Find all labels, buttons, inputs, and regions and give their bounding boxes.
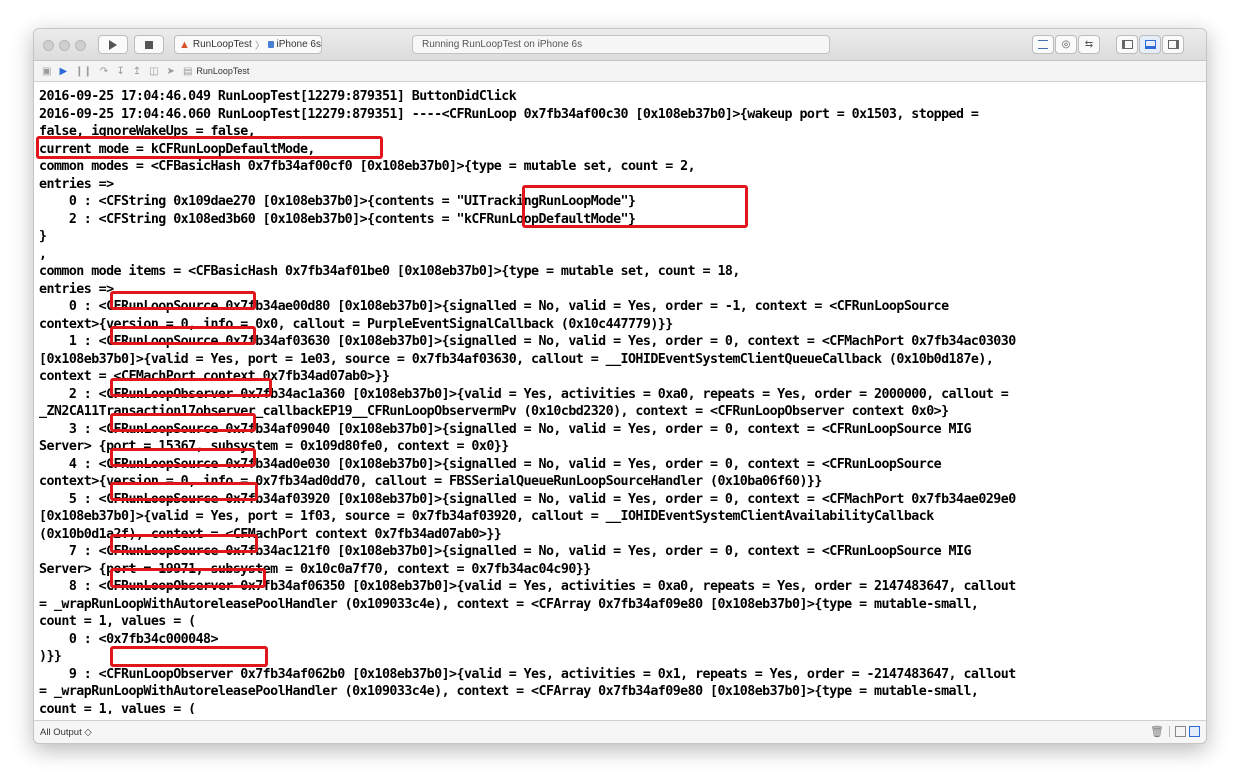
annotation-source-5 [110,482,258,501]
annotation-source-7 [110,534,258,553]
utilities-toggle-button[interactable] [1162,35,1184,54]
annotation-source-1 [110,326,256,345]
scheme-separator: 〉 [254,41,265,52]
console-line: [0x108eb37b0]>{valid = Yes, port = 1e03,… [39,351,994,367]
console-line: 2016-09-25 17:04:46.060 RunLoopTest[1227… [39,106,979,122]
file-icon: ▤ [182,65,193,77]
annotation-source-0 [110,291,256,310]
console-line: count = 1, values = ( [39,701,196,715]
stop-icon [145,40,153,49]
variables-view-toggle-icon[interactable] [1175,726,1186,737]
hide-debug-area-icon[interactable]: ▣ [42,66,51,77]
annotation-modes [522,185,748,228]
device-icon [267,41,274,48]
right-panel-icon [1167,40,1179,49]
left-panel-icon [1121,40,1133,49]
assistant-editor-button[interactable]: ◎ [1055,35,1077,54]
run-button[interactable] [98,35,128,54]
scheme-device-label: iPhone 6s [276,39,321,50]
pause-icon[interactable]: ❙❙ [75,66,92,77]
console-output[interactable]: 2016-09-25 17:04:46.049 RunLoopTest[1227… [39,88,1201,714]
close-window-button[interactable] [43,40,54,51]
annotation-current-mode [36,136,383,159]
scheme-selector[interactable]: ▲ RunLoopTest 〉 iPhone 6s [174,35,322,54]
output-filter-select[interactable]: All Output ◇ [40,727,92,738]
annotation-source-3 [110,413,256,432]
standard-editor-button[interactable] [1032,35,1054,54]
status-text: Running RunLoopTest on iPhone 6s [422,39,583,50]
console-line: common modes = <CFBasicHash 0x7fb34af00c… [39,159,696,174]
console-line: = _wrapRunLoopWithAutoreleasePoolHandler… [39,684,979,699]
separator [1169,726,1170,737]
annotation-source-4 [110,448,256,467]
annotation-observer-2 [110,378,272,397]
scheme-app-label: RunLoopTest [192,39,252,50]
assistant-icon: ◎ [1061,39,1071,50]
console-line: , [39,246,47,262]
trash-icon[interactable]: 🗑 [1150,725,1164,738]
stop-button[interactable] [134,35,164,54]
view-hierarchy-icon[interactable]: ◫ [149,66,158,77]
console-line: } [39,229,47,244]
breakpoints-icon[interactable]: ▶ [59,66,67,77]
play-icon [109,39,117,50]
step-over-icon[interactable]: ↷ [100,66,108,77]
location-icon[interactable]: ➤ [167,66,175,77]
step-into-icon[interactable]: ↧ [116,66,124,77]
console-view-toggle-icon[interactable] [1189,726,1200,737]
app-icon: ▲ [179,38,190,51]
version-editor-button[interactable]: ⇆ [1078,35,1100,54]
bottom-panel-icon [1144,40,1156,49]
toolbar: ▲ RunLoopTest 〉 iPhone 6s Running RunLoo… [34,29,1206,61]
version-icon: ⇆ [1084,39,1094,50]
lines-icon [1038,40,1048,49]
step-out-icon[interactable]: ↥ [133,66,141,77]
console-line: [0x108eb37b0]>{valid = Yes, port = 1f03,… [39,509,934,524]
console-line: 2016-09-25 17:04:46.049 RunLoopTest[1227… [39,89,517,104]
console-line: count = 1, values = ( [39,614,196,629]
annotation-observer-8 [110,568,266,588]
console-line: common mode items = <CFBasicHash 0x7fb34… [39,264,740,279]
zoom-window-button[interactable] [75,40,86,51]
annotation-observer-9 [110,646,268,667]
debug-area-toggle-button[interactable] [1139,35,1161,54]
console-footer: All Output ◇ 🗑 [34,720,1206,743]
navigator-toggle-button[interactable] [1116,35,1138,54]
minimize-window-button[interactable] [59,40,70,51]
debug-bar: ▣ ▶ ❙❙ ↷ ↧ ↥ ◫ ➤ ▤ RunLoopTest [34,61,1206,82]
console-line: = _wrapRunLoopWithAutoreleasePoolHandler… [39,596,979,612]
debug-target-label[interactable]: RunLoopTest [196,66,249,76]
xcode-window: ▲ RunLoopTest 〉 iPhone 6s Running RunLoo… [33,28,1207,744]
activity-status-bar: Running RunLoopTest on iPhone 6s [412,35,830,54]
console-line: 9 : <CFRunLoopObserver 0x7fb34af062b0 [0… [39,666,1016,682]
